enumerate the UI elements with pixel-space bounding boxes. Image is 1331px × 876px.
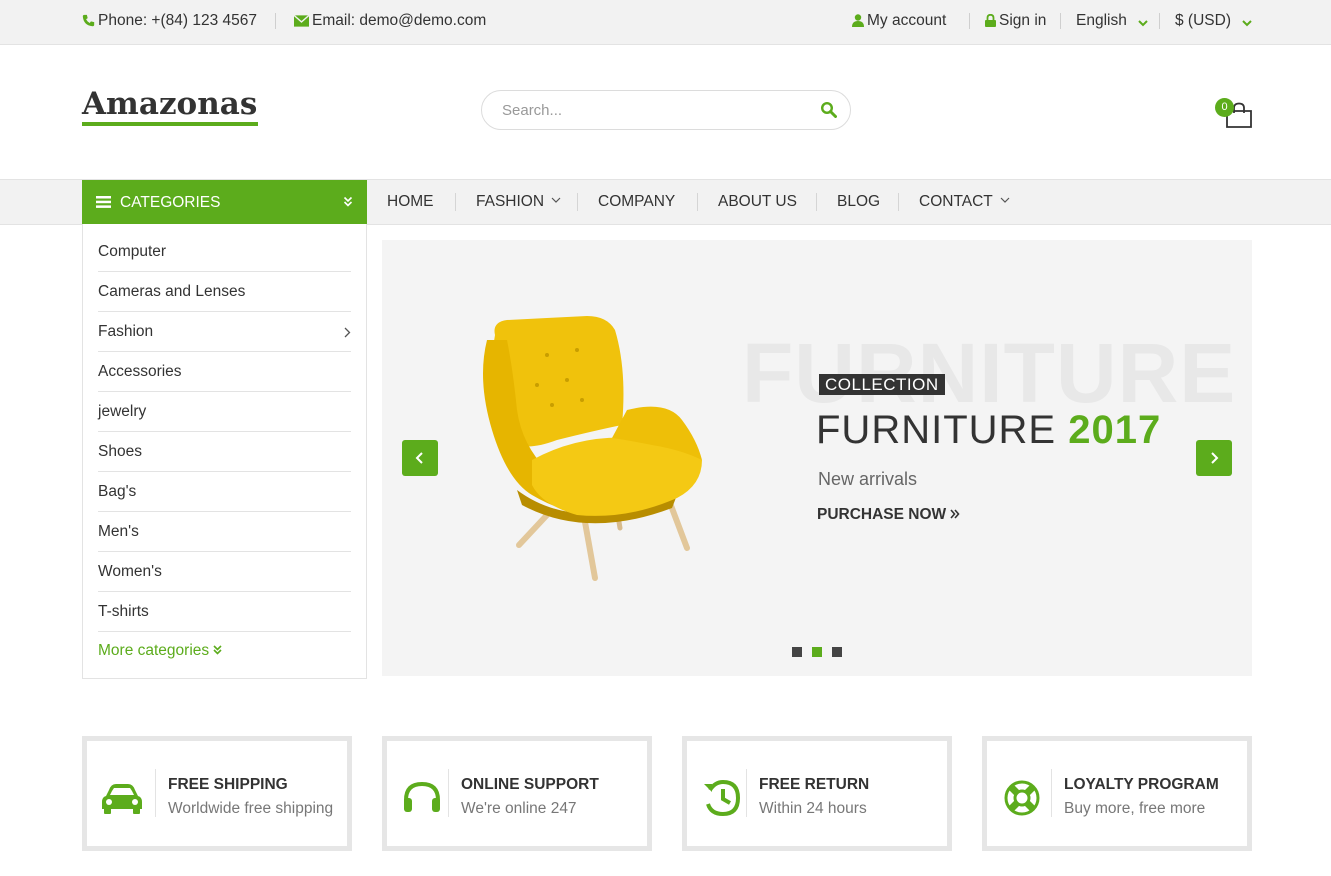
chevron-right-icon (344, 327, 351, 338)
site-logo[interactable]: Amazonas (82, 86, 258, 128)
search-button[interactable] (820, 101, 840, 121)
more-categories-label: More categories (98, 642, 210, 659)
feature-title: ONLINE SUPPORT (461, 776, 599, 793)
phone-info: Phone: +(84) 123 4567 (82, 0, 257, 44)
slider-prev-button[interactable] (402, 440, 438, 476)
category-item[interactable]: Cameras and Lenses (98, 272, 351, 312)
menu-blog[interactable]: BLOG (837, 180, 880, 224)
feature-title: FREE SHIPPING (168, 776, 288, 793)
email-info: Email: demo@demo.com (293, 0, 487, 44)
top-bar: Phone: +(84) 123 4567 Email: demo@demo.c… (0, 0, 1331, 45)
feature-subtitle: Worldwide free shipping (168, 800, 334, 817)
feature-loyalty-program: LOYALTY PROGRAM Buy more, free more (982, 736, 1252, 851)
menu-home[interactable]: HOME (387, 180, 434, 224)
currency-select[interactable]: $ (USD) (1175, 0, 1255, 44)
slide-headline: FURNITURE 2017 (816, 408, 1161, 453)
language-select[interactable]: English (1076, 0, 1151, 44)
sign-in-label: Sign in (999, 12, 1047, 29)
collection-badge: COLLECTION (819, 374, 945, 395)
double-chevron-down-icon (343, 196, 353, 207)
cart-count-badge: 0 (1215, 98, 1234, 117)
feature-free-shipping: FREE SHIPPING Worldwide free shipping (82, 736, 352, 851)
search-box (481, 90, 851, 130)
category-item[interactable]: Accessories (98, 352, 351, 392)
slide-headline-year: 2017 (1068, 408, 1162, 452)
user-icon (852, 14, 864, 27)
feature-subtitle: Within 24 hours (759, 800, 867, 817)
menu-contact[interactable]: CONTACT (919, 180, 1010, 224)
menu-contact-label: CONTACT (919, 193, 993, 210)
more-categories-link[interactable]: More categories (98, 639, 223, 663)
category-item[interactable]: Bag's (98, 472, 351, 512)
purchase-now-link[interactable]: PURCHASE NOW (817, 506, 961, 524)
purchase-now-label: PURCHASE NOW (817, 506, 947, 523)
category-item[interactable]: Shoes (98, 432, 351, 472)
category-label: Fashion (98, 323, 154, 340)
chevron-left-icon (415, 452, 423, 464)
category-item[interactable]: Computer (98, 232, 351, 272)
categories-toggle[interactable]: CATEGORIES (82, 180, 367, 224)
logo-underline (82, 122, 258, 126)
slide-headline-text: FURNITURE (816, 408, 1057, 452)
chevron-down-icon (1000, 197, 1010, 203)
history-icon (704, 779, 741, 817)
menu-fashion-label: FASHION (476, 193, 545, 210)
feature-online-support: ONLINE SUPPORT We're online 247 (382, 736, 652, 851)
menu-fashion[interactable]: FASHION (476, 180, 561, 224)
double-chevron-down-icon (213, 645, 223, 655)
category-item[interactable]: T-shirts (98, 592, 351, 632)
lock-icon (985, 13, 996, 27)
car-icon (102, 784, 142, 814)
list-icon (96, 196, 111, 208)
cart-button[interactable]: 0 (1215, 98, 1255, 130)
feature-free-return: FREE RETURN Within 24 hours (682, 736, 952, 851)
yellow-armchair-image (483, 316, 702, 581)
search-icon (820, 101, 837, 118)
chevron-right-icon (1211, 452, 1219, 464)
life-ring-icon (1004, 780, 1040, 816)
menu-about-us[interactable]: ABOUT US (718, 180, 797, 224)
phone-text: Phone: +(84) 123 4567 (98, 12, 258, 29)
category-item[interactable]: jewelry (98, 392, 351, 432)
envelope-icon (293, 14, 310, 27)
feature-title: FREE RETURN (759, 776, 870, 793)
search-input[interactable] (502, 91, 802, 129)
chevron-down-icon (1242, 20, 1253, 27)
category-item[interactable]: Men's (98, 512, 351, 552)
phone-icon (82, 14, 95, 27)
feature-title: LOYALTY PROGRAM (1064, 776, 1219, 793)
sign-in-link[interactable]: Sign in (985, 0, 1046, 44)
chevron-down-icon (1138, 20, 1148, 27)
categories-sidebar: Computer Cameras and Lenses Fashion Acce… (82, 224, 367, 679)
category-item-fashion[interactable]: Fashion (98, 312, 351, 352)
categories-title: CATEGORIES (120, 194, 221, 211)
feature-subtitle: Buy more, free more (1064, 800, 1206, 817)
language-label: English (1076, 12, 1127, 29)
email-text: Email: demo@demo.com (312, 12, 487, 29)
hero-slider: FURNITURE COLLECTION FURNITURE 2017 New … (382, 240, 1252, 676)
slider-dot-1[interactable] (792, 647, 802, 657)
category-item[interactable]: Women's (98, 552, 351, 592)
chevron-down-icon (551, 197, 561, 203)
slider-dot-3[interactable] (832, 647, 842, 657)
slider-dot-2[interactable] (812, 647, 822, 657)
logo-text: Amazonas (82, 86, 258, 122)
feature-subtitle: We're online 247 (461, 800, 577, 817)
double-chevron-right-icon (950, 509, 961, 519)
my-account-label: My account (867, 12, 947, 29)
menu-company[interactable]: COMPANY (598, 180, 675, 224)
slider-next-button[interactable] (1196, 440, 1232, 476)
headphones-icon (404, 781, 440, 812)
currency-label: $ (USD) (1175, 12, 1231, 29)
my-account-link[interactable]: My account (852, 0, 946, 44)
slide-subtitle: New arrivals (818, 469, 918, 489)
